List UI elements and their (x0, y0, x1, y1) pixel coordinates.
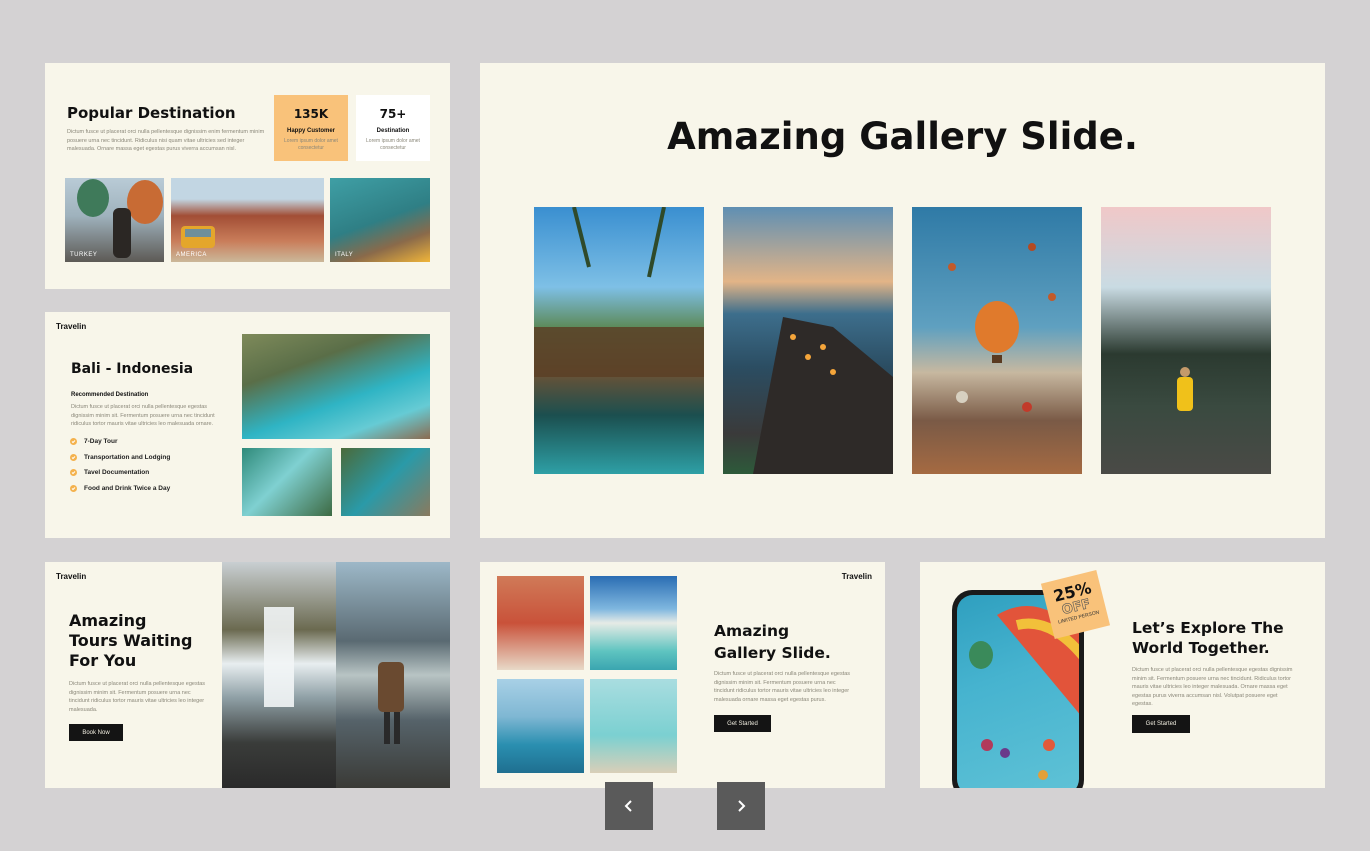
photo-beach-drink (590, 679, 677, 773)
stat-value: 135K (293, 107, 329, 121)
title-line: Let’s Explore The (1132, 619, 1284, 637)
title-line: World Together. (1132, 639, 1270, 657)
stat-sub: Lorem ipsum dolor amet consectetur (366, 138, 420, 151)
photo-cinque-terre (723, 207, 893, 474)
slide-title: Popular Destination (67, 104, 236, 122)
slide-amazing-tours[interactable]: Travelin Amazing Tours Waiting For You D… (45, 562, 450, 788)
check-icon (70, 484, 77, 492)
list-item-label: Transportation and Lodging (84, 453, 171, 461)
balloon-illustration (77, 179, 163, 258)
main-slide-gallery: Amazing Gallery Slide. (480, 63, 1325, 538)
list-item: 7-Day Tour (70, 434, 170, 450)
slide-title: Let’s Explore The World Together. (1132, 618, 1284, 658)
slide-body: Dictum fusce ut placerat orci nulla pell… (67, 129, 265, 152)
book-now-button[interactable]: Book Now (69, 724, 123, 741)
photo-maldives-pier (590, 576, 677, 670)
stat-label: Destination (376, 128, 410, 134)
hot-air-balloon-illustration (948, 243, 1056, 412)
waterfall-illustration (264, 607, 294, 707)
brand-logo: Travelin (56, 322, 87, 331)
main-slide-title: Amazing Gallery Slide. (667, 115, 1138, 158)
chevron-left-icon (624, 800, 632, 812)
photo-america: AMERICA (171, 178, 324, 262)
slide-body: Dictum fusce ut placerat orci nulla pell… (1132, 667, 1293, 707)
brand-logo: Travelin (841, 572, 872, 581)
chevron-right-icon (738, 800, 746, 812)
photo-forest-cliff (1101, 207, 1271, 474)
stat-value: 75+ (379, 107, 407, 121)
brand-logo: Travelin (56, 572, 87, 581)
check-icon (70, 438, 77, 446)
list-item-label: Food and Drink Twice a Day (84, 484, 171, 492)
photo-infinity-pool (497, 679, 584, 773)
photo-bali-aerial (242, 448, 332, 516)
title-line: Amazing (714, 622, 790, 640)
slide-title: Bali - Indonesia (71, 361, 194, 377)
title-line: Amazing (69, 611, 147, 630)
title-line: Tours Waiting (69, 631, 193, 650)
hiker-illustration (378, 662, 404, 744)
list-item-label: 7-Day Tour (84, 438, 118, 446)
list-item-label: Tavel Documentation (84, 469, 150, 477)
slide-body: Dictum fusce ut placerat orci nulla pell… (69, 681, 206, 713)
slide-title: Amazing Tours Waiting For You (69, 611, 193, 671)
hiker-illustration (1177, 367, 1193, 411)
stat-sub: Lorem ipsum dolor amet consectetur (284, 138, 338, 151)
slide-title: Amazing Gallery Slide. (714, 620, 831, 664)
stat-card-customers: 135K Happy Customer Lorem ipsum dolor am… (274, 95, 348, 161)
discount-badge: 25% OFF LIMITED PERSON (1040, 569, 1111, 640)
photo-lake-hiker (336, 562, 450, 788)
photo-italy: ITALY (330, 178, 430, 262)
stat-label: Happy Customer (286, 128, 335, 134)
slide-popular-destination[interactable]: Popular Destination Dictum fusce ut plac… (45, 63, 450, 289)
photo-market (497, 576, 584, 670)
photo-bali-coast (242, 334, 430, 439)
next-slide-button[interactable] (717, 782, 765, 830)
slide-explore-world[interactable]: 25% OFF LIMITED PERSON Let’s Explore The… (920, 562, 1325, 788)
stat-card-destinations: 75+ Destination Lorem ipsum dolor amet c… (356, 95, 430, 161)
slide-body: Dictum fusce ut placerat orci nulla pell… (714, 671, 851, 703)
list-item: Tavel Documentation (70, 465, 170, 481)
photo-turkey: TURKEY (65, 178, 164, 262)
photo-cappadocia-balloons (912, 207, 1082, 474)
palm-illustration (534, 207, 704, 377)
photo-caption: TURKEY (70, 252, 98, 258)
photo-caption: ITALY (335, 252, 354, 258)
check-icon (70, 453, 77, 461)
slide-gallery-small[interactable]: Travelin Amazing Gallery Slide. Dictum f… (480, 562, 885, 788)
photo-resort-pool (534, 207, 704, 474)
get-started-button[interactable]: Get Started (1132, 715, 1190, 733)
prev-slide-button[interactable] (605, 782, 653, 830)
check-icon (70, 469, 77, 477)
list-item: Food and Drink Twice a Day (70, 481, 170, 497)
title-line: For You (69, 651, 137, 670)
slide-body: Dictum fusce ut placerat orci nulla pell… (71, 404, 215, 427)
feature-list: 7-Day Tour Transportation and Lodging Ta… (70, 434, 170, 496)
slide-subtitle: Recommended Destination (71, 392, 149, 398)
village-illustration (753, 317, 893, 474)
photo-waterfall (222, 562, 336, 788)
van-illustration (181, 226, 215, 248)
title-line: Gallery Slide. (714, 644, 831, 662)
get-started-button[interactable]: Get Started (714, 715, 771, 732)
photo-bali-pool (341, 448, 430, 516)
list-item: Transportation and Lodging (70, 450, 170, 466)
photo-caption: AMERICA (176, 252, 207, 258)
slide-bali-indonesia[interactable]: Travelin Bali - Indonesia Recommended De… (45, 312, 450, 538)
